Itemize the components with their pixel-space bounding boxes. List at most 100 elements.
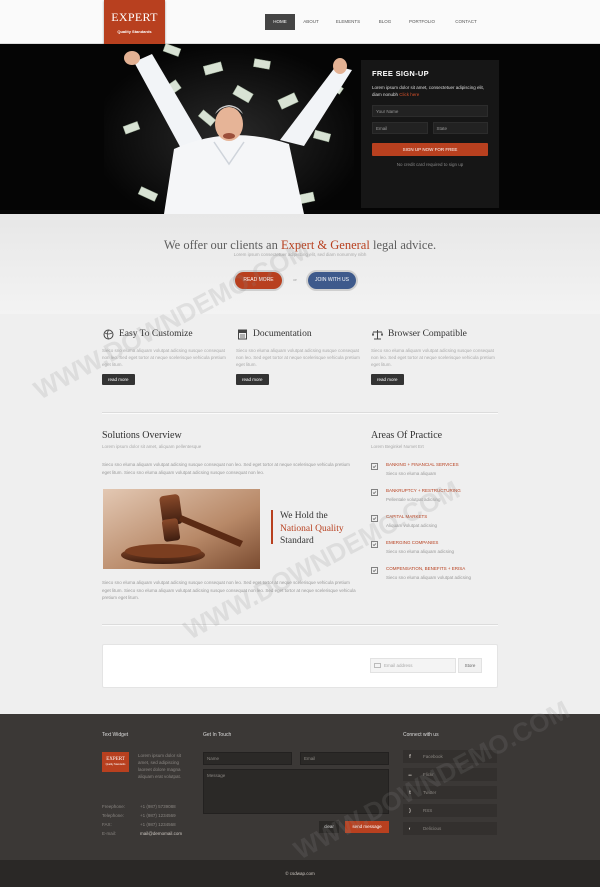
text-widget-body: Lorem ipsum dolor sit amet, sed adipisci… bbox=[138, 753, 182, 779]
nav-home[interactable]: HOME bbox=[265, 14, 295, 30]
practice-item-desc: Sieco sno eluma aliquam adicsing bbox=[386, 549, 455, 554]
delicious-icon: ◐ bbox=[408, 825, 412, 832]
feature-title: Documentation bbox=[236, 328, 361, 340]
scales-icon bbox=[371, 328, 383, 340]
nav-contact[interactable]: CONTACT bbox=[443, 14, 489, 30]
contact-value: +1 (987) 1234569 bbox=[140, 813, 176, 818]
practice-item-desc: Pellentale volutpat adicsing bbox=[386, 497, 441, 502]
copyright: © csdwap.com bbox=[285, 871, 315, 876]
or-separator: or bbox=[293, 277, 297, 282]
twitter-icon: t bbox=[409, 789, 411, 796]
checklist-icon bbox=[371, 463, 378, 470]
contact-label: Freephone: bbox=[102, 804, 126, 809]
read-more-button[interactable]: READ MORE bbox=[235, 272, 282, 289]
social-delicious[interactable]: ◐ Delicious bbox=[403, 822, 497, 835]
footer-message-field[interactable]: Message bbox=[203, 769, 389, 814]
newsletter-placeholder: Email address bbox=[384, 663, 413, 668]
social-label: Twitter bbox=[423, 790, 437, 795]
intro-section bbox=[0, 214, 600, 314]
signup-state-field[interactable]: State bbox=[432, 122, 488, 134]
hero-photo bbox=[104, 44, 354, 214]
footer-logo-tag: Quality Standards bbox=[105, 763, 126, 766]
signup-email-field[interactable]: Email bbox=[372, 122, 428, 134]
quote-text: We Hold the National Quality Standard bbox=[280, 510, 344, 548]
contact-label: Telephone: bbox=[102, 813, 125, 818]
contact-label: FAX: bbox=[102, 822, 112, 827]
intro-heading: We offer our clients an Expert & General… bbox=[0, 238, 600, 253]
document-icon bbox=[236, 328, 248, 340]
practice-item-title[interactable]: CAPITAL MARKETS bbox=[386, 514, 427, 519]
intro-heading-post: legal advice. bbox=[372, 238, 437, 252]
clear-button[interactable]: clear bbox=[319, 821, 339, 833]
feature-title-text: Documentation bbox=[253, 329, 312, 339]
send-message-button[interactable]: send message bbox=[345, 821, 389, 833]
contact-freephone: Freephone: +1 (987) 5739088 bbox=[102, 804, 176, 809]
divider bbox=[102, 412, 498, 414]
intro-heading-highlight: Expert & General bbox=[280, 238, 370, 252]
practice-item-title[interactable]: BANKRUPTCY + RESTRUCTURING bbox=[386, 488, 461, 493]
nav-elements[interactable]: ELEMENTS bbox=[327, 14, 369, 30]
logo-tagline: Quality Standards bbox=[117, 29, 152, 34]
social-twitter[interactable]: t Twitter bbox=[403, 786, 497, 799]
nav-blog[interactable]: BLOG bbox=[369, 14, 401, 30]
contact-telephone: Telephone: +1 (987) 1234569 bbox=[102, 813, 176, 818]
social-label: Delicious bbox=[423, 826, 442, 831]
social-label: Flickr bbox=[423, 772, 434, 777]
signup-button[interactable]: SIGN UP NOW FOR FREE bbox=[372, 143, 488, 156]
signup-note: No credit card required to sign up bbox=[396, 162, 464, 167]
gavel-image bbox=[103, 489, 260, 569]
newsletter-button[interactable]: Store bbox=[458, 658, 482, 673]
social-facebook[interactable]: f Facebook bbox=[403, 750, 497, 763]
social-label: Facebook bbox=[423, 754, 443, 759]
hero-banner: FREE SIGN-UP Lorem ipsum dolor sit amet,… bbox=[0, 44, 600, 214]
feature-read-more-button[interactable]: read more bbox=[236, 374, 269, 385]
practice-item-title[interactable]: EMERGING COMPANIES bbox=[386, 540, 438, 545]
quote-line-3: Standard bbox=[280, 536, 314, 546]
contact-value[interactable]: mail@demomail.com bbox=[140, 831, 182, 836]
footer-logo[interactable]: EXPERT Quality Standards bbox=[102, 752, 129, 772]
feature-browser: Browser Compatible Sieco sno eluma aliqu… bbox=[371, 328, 496, 385]
contact-fax: FAX: +1 (987) 1234568 bbox=[102, 822, 176, 827]
practice-title: Areas Of Practice bbox=[371, 430, 443, 441]
flickr-icon: ●● bbox=[408, 772, 412, 777]
checklist-icon bbox=[371, 541, 378, 548]
social-flickr[interactable]: ●● Flickr bbox=[403, 768, 497, 781]
practice-item-desc: Sieco sno eluma aliquam bbox=[386, 471, 437, 476]
contact-email: E-mail: mail@demomail.com bbox=[102, 831, 182, 836]
logo-name: EXPERT bbox=[111, 10, 158, 24]
get-in-touch-title: Get In Touch bbox=[203, 732, 232, 738]
logo[interactable]: EXPERT Quality Standards bbox=[104, 0, 165, 48]
feature-title-text: Easy To Customize bbox=[119, 329, 193, 339]
feature-body: Sieco sno eluma aliquam volutpat adicsin… bbox=[371, 348, 495, 367]
feature-read-more-button[interactable]: read more bbox=[371, 374, 404, 385]
nav-about[interactable]: ABOUT bbox=[295, 14, 327, 30]
quote-accent-bar bbox=[271, 510, 273, 544]
signup-name-field[interactable]: Your Name bbox=[372, 105, 488, 117]
newsletter-email-input[interactable]: Email address bbox=[370, 658, 456, 673]
footer-name-field[interactable]: Name bbox=[203, 752, 292, 765]
feature-documentation: Documentation Sieco sno eluma aliquam vo… bbox=[236, 328, 361, 385]
contact-value: +1 (987) 5739088 bbox=[140, 804, 176, 809]
intro-subtitle: Lorem ipsum consectetuer adipiscing elit… bbox=[233, 252, 367, 257]
feature-title: Browser Compatible bbox=[371, 328, 496, 340]
practice-item-title[interactable]: BANKING + FINANCIAL SERVICES bbox=[386, 462, 459, 467]
site-header: EXPERT Quality Standards HOME ABOUT ELEM… bbox=[0, 0, 600, 48]
practice-item-title[interactable]: COMPENSATION, BENEFITS + ERISA bbox=[386, 566, 465, 571]
feature-read-more-button[interactable]: read more bbox=[102, 374, 135, 385]
facebook-icon: f bbox=[409, 753, 411, 760]
feature-title: Easy To Customize bbox=[102, 328, 227, 340]
social-label: RSS bbox=[423, 808, 433, 813]
feature-customize: Easy To Customize Sieco sno eluma aliqua… bbox=[102, 328, 227, 385]
join-button[interactable]: JOIN WITH US bbox=[308, 272, 356, 289]
nav-portfolio[interactable]: PORTFOLIO bbox=[401, 14, 443, 30]
signup-link[interactable]: Click here bbox=[399, 92, 419, 97]
social-rss[interactable]: ) RSS bbox=[403, 804, 497, 817]
footer-email-field[interactable]: Email bbox=[300, 752, 389, 765]
checklist-icon bbox=[371, 567, 378, 574]
signup-panel: FREE SIGN-UP Lorem ipsum dolor sit amet,… bbox=[361, 60, 499, 208]
footer-logo-name: EXPERT bbox=[106, 757, 125, 762]
globe-icon bbox=[102, 328, 114, 340]
signup-title: FREE SIGN-UP bbox=[372, 69, 429, 78]
practice-item-desc: Aliquam volutpat adicsing bbox=[386, 523, 438, 528]
contact-email-link[interactable]: mail@demomail.com bbox=[140, 831, 182, 836]
